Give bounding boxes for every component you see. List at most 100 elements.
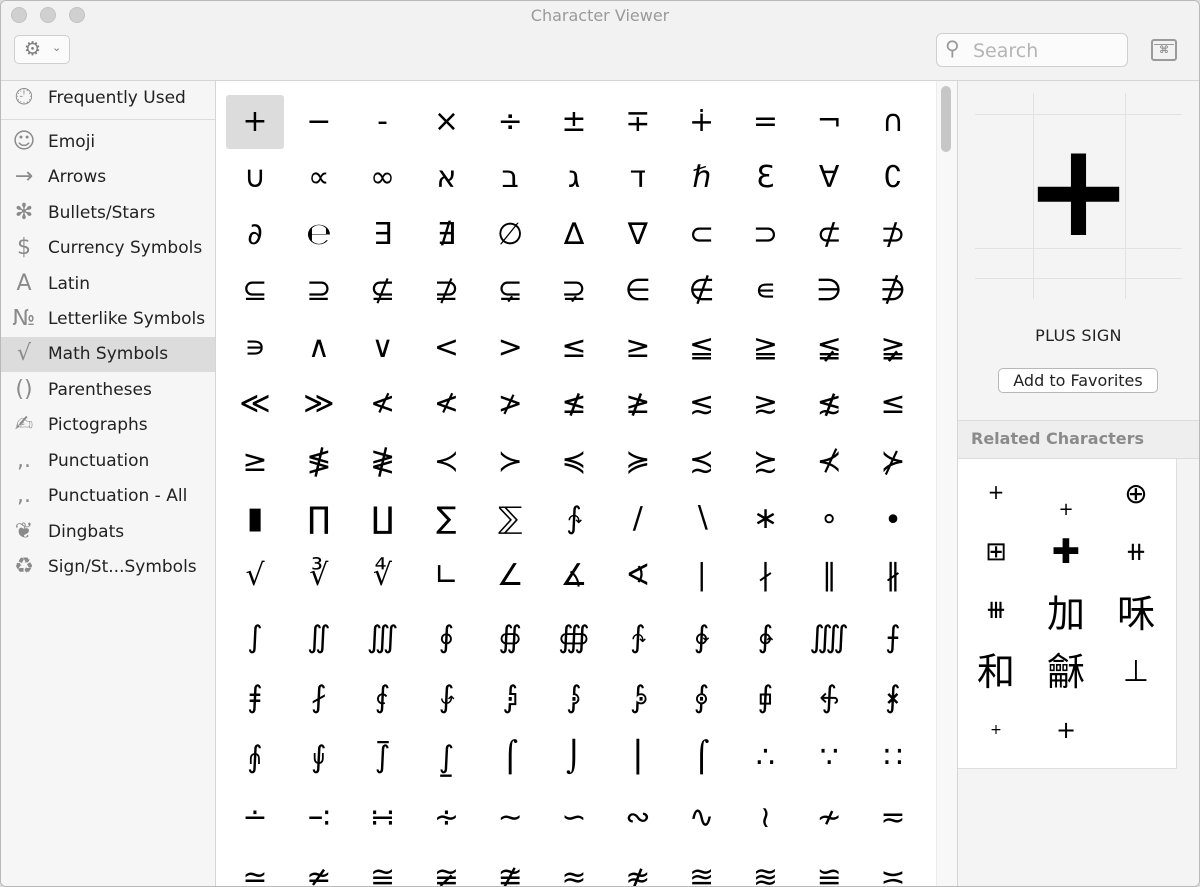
character-cell[interactable]: ∂ — [226, 208, 284, 262]
character-cell[interactable]: ∁ — [864, 151, 922, 205]
sidebar-item-punctuation-all[interactable]: ,. Punctuation - All — [1, 479, 215, 514]
character-cell[interactable]: ∆ — [545, 208, 603, 262]
character-cell[interactable]: − — [290, 95, 348, 149]
sidebar-item-pictographs[interactable]: ✍ Pictographs — [1, 408, 215, 443]
character-cell[interactable]: ≮ — [417, 377, 475, 431]
character-cell[interactable]: Ɛ — [736, 151, 794, 205]
character-cell[interactable]: ≤ — [864, 377, 922, 431]
character-cell[interactable]: ∈ — [609, 264, 667, 318]
character-cell[interactable]: ∫ — [226, 611, 284, 665]
character-cell[interactable]: ¬ — [800, 95, 858, 149]
action-menu-button[interactable]: ⚙ ⌄ — [14, 35, 70, 64]
character-cell[interactable]: ⨌ — [800, 611, 858, 665]
character-cell[interactable]: ⊊ — [481, 264, 539, 318]
character-cell[interactable]: ⨑ — [417, 671, 475, 725]
character-cell[interactable]: ≊ — [673, 851, 731, 886]
sidebar-item-parentheses[interactable]: () Parentheses — [1, 373, 215, 408]
character-cell[interactable]: ∗ — [736, 492, 794, 546]
sidebar-item-arrows[interactable]: → Arrows — [1, 160, 215, 195]
character-cell[interactable]: ∏ — [290, 492, 348, 546]
character-cell[interactable]: ≼ — [545, 435, 603, 489]
character-cell[interactable]: ≃ — [226, 851, 284, 886]
character-cell[interactable]: ≱ — [609, 377, 667, 431]
character-cell[interactable]: א — [417, 151, 475, 205]
character-cell[interactable]: ∨ — [354, 321, 412, 375]
related-character[interactable]: 加 — [1036, 589, 1096, 639]
sidebar-item-bullets-stars[interactable]: ✻ Bullets/Stars — [1, 196, 215, 231]
character-cell[interactable]: ∮ — [417, 611, 475, 665]
character-cell[interactable]: ∱ — [545, 492, 603, 546]
related-character[interactable]: ⊕ — [1106, 469, 1166, 519]
character-cell[interactable]: ∇ — [609, 208, 667, 262]
character-cell[interactable]: ÷ — [481, 95, 539, 149]
character-cell[interactable]: ≩ — [864, 321, 922, 375]
character-cell[interactable]: ≆ — [417, 851, 475, 886]
character-cell[interactable]: ⊃ — [736, 208, 794, 262]
character-cell[interactable]: ≺ — [417, 435, 475, 489]
character-cell[interactable]: ℮ — [290, 208, 348, 262]
character-cell[interactable]: ∊ — [736, 264, 794, 318]
character-cell[interactable]: ≧ — [736, 321, 794, 375]
character-cell[interactable]: ⨜ — [417, 731, 475, 785]
character-cell[interactable]: ∬ — [290, 611, 348, 665]
character-cell[interactable]: ≮ — [354, 377, 412, 431]
character-cell[interactable]: ∑ — [417, 492, 475, 546]
character-cell[interactable]: ⅀ — [481, 492, 539, 546]
character-cell[interactable]: ≨ — [800, 321, 858, 375]
add-to-favorites-button[interactable]: Add to Favorites — [998, 368, 1158, 393]
related-character[interactable]: 和 — [966, 647, 1026, 697]
character-cell[interactable]: ⊉ — [417, 264, 475, 318]
character-cell[interactable]: ∞ — [354, 151, 412, 205]
character-cell[interactable]: ∓ — [609, 95, 667, 149]
character-cell[interactable]: ⎮ — [609, 731, 667, 785]
character-cell[interactable]: ⊄ — [800, 208, 858, 262]
character-cell[interactable]: ∾ — [609, 791, 667, 845]
character-cell[interactable]: ⨚ — [290, 731, 348, 785]
character-cell[interactable]: ≾ — [673, 435, 731, 489]
character-cell[interactable]: ⨍ — [864, 611, 922, 665]
character-cell[interactable]: ⌠ — [673, 731, 731, 785]
character-cell[interactable]: ∄ — [417, 208, 475, 262]
character-cell[interactable]: ∐ — [354, 492, 412, 546]
character-cell[interactable]: ≥ — [226, 435, 284, 489]
character-cell[interactable]: ∀ — [800, 151, 858, 205]
character-cell[interactable]: √ — [226, 549, 284, 603]
character-cell[interactable]: ∹ — [290, 791, 348, 845]
keyboard-viewer-button[interactable]: ⌘ — [1151, 39, 1177, 61]
sidebar-item-latin[interactable]: A Latin — [1, 267, 215, 302]
character-cell[interactable]: ≹ — [354, 435, 412, 489]
character-cell[interactable]: ≦ — [673, 321, 731, 375]
character-cell[interactable]: ⊂ — [673, 208, 731, 262]
character-cell[interactable]: ∳ — [736, 611, 794, 665]
character-cell[interactable]: ≁ — [800, 791, 858, 845]
character-cell[interactable]: ≸ — [290, 435, 348, 489]
character-cell[interactable]: ∣ — [673, 549, 731, 603]
character-cell[interactable]: ∩ — [864, 95, 922, 149]
character-cell[interactable]: ∤ — [736, 549, 794, 603]
character-cell[interactable]: ∍ — [226, 321, 284, 375]
character-cell[interactable]: ≤ — [545, 321, 603, 375]
character-cell[interactable]: ∝ — [290, 151, 348, 205]
character-cell[interactable]: ∕ — [609, 492, 667, 546]
character-cell[interactable]: ∡ — [545, 549, 603, 603]
character-cell[interactable]: ≽ — [609, 435, 667, 489]
character-cell[interactable]: ≂ — [864, 791, 922, 845]
character-cell[interactable]: ⊈ — [354, 264, 412, 318]
scrollbar-thumb[interactable] — [941, 86, 951, 152]
character-cell[interactable]: ∽ — [545, 791, 603, 845]
character-cell[interactable]: ⊀ — [800, 435, 858, 489]
character-cell[interactable]: ℏ — [673, 151, 731, 205]
character-cell[interactable]: ≻ — [481, 435, 539, 489]
character-cell[interactable]: ⨓ — [545, 671, 603, 725]
character-cell[interactable]: ⨎ — [226, 671, 284, 725]
character-cell[interactable]: ∱ — [609, 611, 667, 665]
character-cell[interactable]: ≰ — [545, 377, 603, 431]
character-cell[interactable]: ∛ — [290, 549, 348, 603]
related-character[interactable]: ✚ — [1036, 527, 1096, 577]
grid-scrollbar[interactable] — [936, 81, 958, 886]
character-cell[interactable]: ⌠ — [481, 731, 539, 785]
character-cell[interactable]: ∼ — [481, 791, 539, 845]
related-character[interactable]: ⊥ — [1106, 647, 1166, 697]
character-cell[interactable]: ≇ — [481, 851, 539, 886]
character-cell[interactable]: > — [481, 321, 539, 375]
